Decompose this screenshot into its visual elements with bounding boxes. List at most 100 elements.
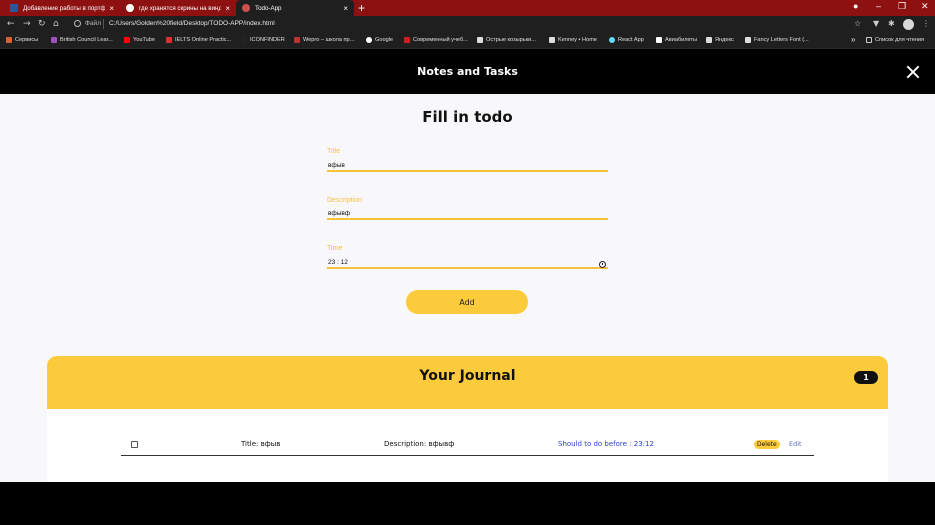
journal-header: Your Journal 1: [47, 356, 888, 409]
ielts-icon: [166, 37, 172, 43]
browser-tab[interactable]: где хранятся скрины на виндо... ×: [120, 0, 236, 16]
edit-button[interactable]: Edit: [789, 440, 802, 448]
yandex-icon: [706, 37, 712, 43]
bookmark-label: Google: [375, 37, 394, 43]
tab-title: Todo-App: [255, 4, 282, 12]
bookmark-item[interactable]: React App: [609, 37, 644, 43]
todo-row: Title: вфыв Description: вфывф Should to…: [121, 434, 814, 456]
bookmark-label: Fancy Letters Font (...: [754, 37, 809, 43]
reading-list-label: Список для чтения: [875, 37, 925, 43]
apps-icon: [6, 37, 12, 43]
todo-title: Title: вфыв: [241, 440, 281, 448]
reading-list-icon: [866, 37, 872, 43]
bookmark-label: Современный учеб...: [413, 37, 468, 43]
close-tab-icon[interactable]: ×: [225, 4, 230, 13]
home-icon[interactable]: ⌂: [53, 19, 59, 29]
bookmark-item[interactable]: Kenney • Home: [549, 37, 597, 43]
close-icon[interactable]: [906, 65, 920, 79]
app-header: Notes and Tasks: [0, 49, 935, 94]
todo-checkbox[interactable]: [131, 441, 138, 448]
count-badge: 1: [854, 371, 878, 384]
bookmark-item[interactable]: YouTube: [124, 37, 155, 43]
bookmark-item[interactable]: Google: [366, 37, 393, 43]
new-tab-button[interactable]: +: [358, 1, 365, 15]
minimize-icon[interactable]: –: [876, 1, 881, 11]
bookmark-label: Яндекс: [715, 37, 734, 43]
time-input[interactable]: [327, 257, 608, 269]
british-council-icon: [51, 37, 57, 43]
bookmark-label: Wepro – школа пр...: [303, 37, 355, 43]
bookmark-favicon: [477, 37, 483, 43]
bookmark-label: Острые козырьки...: [486, 37, 536, 43]
bookmark-item[interactable]: Современный учеб...: [404, 37, 468, 43]
bookmark-item[interactable]: Fancy Letters Font (...: [745, 37, 809, 43]
journal-heading: Your Journal: [419, 368, 516, 384]
wepro-icon: [294, 37, 300, 43]
bookmark-label: IELTS Online Practic...: [175, 37, 232, 43]
bookmark-label: British Council Lear...: [60, 37, 113, 43]
bookmark-favicon: [404, 37, 410, 43]
todo-description: Description: вфывф: [384, 440, 455, 448]
browser-tab-active[interactable]: Todo-App ×: [236, 0, 354, 16]
bookmark-item[interactable]: Острые козырьки...: [477, 37, 536, 43]
bookmark-item[interactable]: ICONFINDER: [241, 37, 285, 43]
title-input[interactable]: [327, 160, 608, 172]
bookmark-label: Сервисы: [15, 37, 39, 43]
browser-tab-strip: Добавление работы в портфол... × где хра…: [0, 0, 935, 16]
bookmark-label: Kenney • Home: [558, 37, 597, 43]
iconfinder-icon: [241, 37, 247, 43]
bookmark-label: ICONFINDER: [250, 37, 285, 43]
word-icon: [10, 4, 18, 12]
more-bookmarks-button[interactable]: »: [851, 35, 855, 44]
forward-icon[interactable]: →: [23, 19, 31, 29]
address-input[interactable]: C:/Users/Golden%20field/Desktop/TODO-APP…: [109, 20, 275, 27]
tab-title: Добавление работы в портфол...: [23, 4, 106, 12]
kenney-icon: [549, 37, 555, 43]
reading-list-button[interactable]: Список для чтения: [866, 37, 924, 43]
bookmark-item[interactable]: Сервисы: [6, 37, 38, 43]
title-label: Title: [327, 148, 340, 155]
journal-panel: Your Journal 1 Title: вфыв Description: …: [47, 356, 888, 482]
bookmarks-bar: Сервисы British Council Lear... YouTube …: [0, 34, 935, 49]
google-icon: [366, 37, 372, 43]
menu-icon[interactable]: ⋮: [922, 19, 930, 28]
bookmark-item[interactable]: Wepro – школа пр...: [294, 37, 354, 43]
description-input[interactable]: [327, 208, 608, 220]
google-icon: [126, 4, 134, 12]
react-icon: [609, 37, 615, 43]
form-heading: Fill in todo: [422, 108, 513, 126]
close-tab-icon[interactable]: ×: [343, 4, 348, 13]
browser-tab[interactable]: Добавление работы в портфол... ×: [4, 0, 120, 16]
extension-filter-icon[interactable]: ▼: [873, 19, 879, 28]
aviasales-icon: [656, 37, 662, 43]
app-title: Notes and Tasks: [417, 65, 518, 78]
info-icon[interactable]: [74, 20, 81, 27]
back-icon[interactable]: ←: [7, 19, 15, 29]
todo-deadline: Should to do before : 23:12: [558, 440, 654, 448]
bookmark-item[interactable]: Авиабилеты: [656, 37, 697, 43]
main-content: Fill in todo Title Description Time Add …: [0, 94, 935, 482]
star-icon[interactable]: ☆: [854, 19, 861, 28]
clock-icon[interactable]: [599, 261, 606, 268]
bookmark-label: Авиабилеты: [665, 37, 698, 43]
extensions-puzzle-icon[interactable]: ✱: [888, 19, 895, 28]
maximize-icon[interactable]: ❐: [898, 1, 906, 12]
bookmark-label: React App: [618, 37, 644, 43]
reload-icon[interactable]: ↻: [38, 19, 46, 29]
scheme-label: Файл: [85, 20, 101, 27]
description-label: Description: [327, 197, 363, 204]
fancy-letters-icon: [745, 37, 751, 43]
youtube-icon: [124, 37, 130, 43]
tab-search-icon[interactable]: ●: [853, 1, 858, 11]
bookmark-item[interactable]: British Council Lear...: [51, 37, 113, 43]
time-label: Time: [327, 245, 343, 252]
close-tab-icon[interactable]: ×: [109, 4, 114, 13]
bookmark-item[interactable]: Яндекс: [706, 37, 734, 43]
add-button[interactable]: Add: [406, 290, 528, 314]
profile-avatar[interactable]: [903, 19, 914, 30]
window-close-icon[interactable]: ✕: [921, 1, 929, 12]
bookmark-item[interactable]: IELTS Online Practic...: [166, 37, 231, 43]
address-divider: [103, 19, 104, 29]
delete-button[interactable]: Delete: [754, 440, 780, 449]
screen: Добавление работы в портфол... × где хра…: [0, 0, 935, 525]
